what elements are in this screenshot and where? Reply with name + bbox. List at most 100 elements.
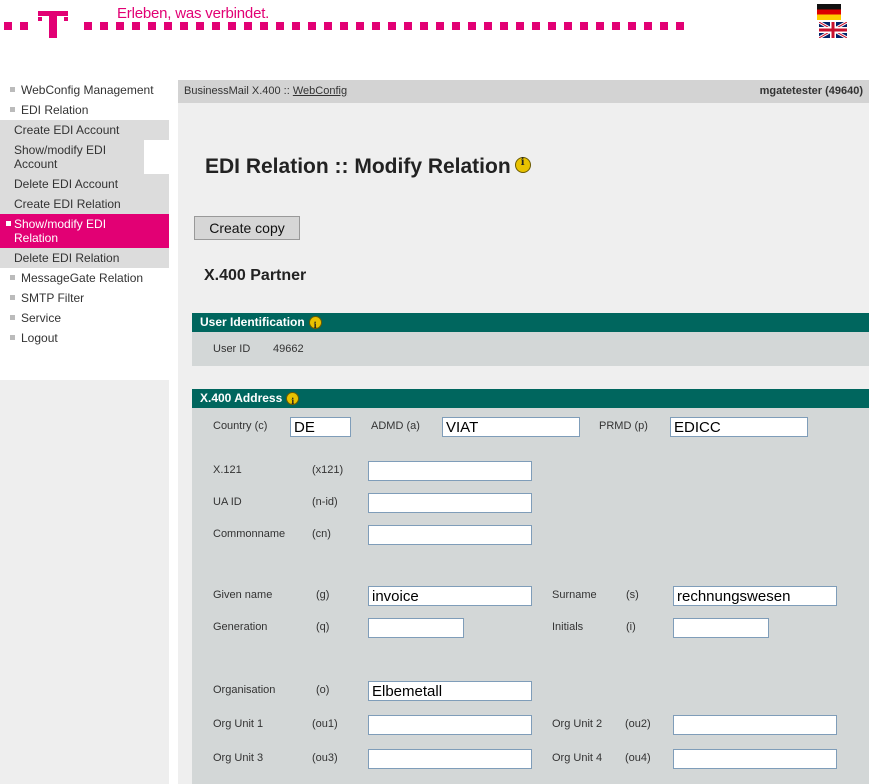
org-unit-4-input[interactable] [673, 749, 837, 769]
breadcrumb-prefix: BusinessMail X.400 :: [184, 85, 293, 97]
generation-code: (q) [316, 621, 330, 633]
brand-dot [484, 22, 492, 30]
x400-address-header: X.400 Address [192, 389, 869, 411]
bullet-icon [10, 335, 15, 341]
initials-input[interactable] [673, 618, 769, 638]
brand-dot [564, 22, 572, 30]
brand-dot [20, 22, 28, 30]
brand-dot [164, 22, 172, 30]
brand-dot [292, 22, 300, 30]
organisation-label: Organisation [213, 684, 276, 696]
sidebar-item-logout[interactable]: Logout [0, 328, 169, 348]
surname-input[interactable] [673, 586, 837, 606]
brand-dot [452, 22, 460, 30]
info-icon[interactable] [286, 392, 300, 411]
breadcrumb-webconfig-link[interactable]: WebConfig [293, 85, 347, 97]
brand-dot [148, 22, 156, 30]
brand-dot [132, 22, 140, 30]
sidebar-item-delete-edi-relation[interactable]: Delete EDI Relation [0, 248, 169, 268]
sidebar-nav: WebConfig Management EDI Relation Create… [0, 80, 169, 784]
user-identification-header: User Identification [192, 313, 869, 335]
commonname-code: (cn) [312, 528, 331, 540]
info-icon[interactable] [308, 316, 322, 335]
given-name-input[interactable] [368, 586, 532, 606]
organisation-input[interactable] [368, 681, 532, 701]
brand-dot [388, 22, 396, 30]
main-content: BusinessMail X.400 :: WebConfig mgatetes… [178, 80, 869, 784]
brand-dot [660, 22, 668, 30]
initials-code: (i) [626, 621, 636, 633]
admd-label: ADMD (a) [371, 420, 420, 432]
brand-dot [212, 22, 220, 30]
commonname-input[interactable] [368, 525, 532, 545]
brand-dot [532, 22, 540, 30]
sidebar-item-create-edi-relation[interactable]: Create EDI Relation [0, 194, 169, 214]
brand-dot [180, 22, 188, 30]
sidebar-item-edi-relation[interactable]: EDI Relation [0, 100, 169, 120]
brand-dot [84, 22, 92, 30]
brand-slogan: Erleben, was verbindet. [117, 5, 270, 22]
country-label: Country (c) [213, 420, 268, 432]
brand-dot [612, 22, 620, 30]
brand-dot [580, 22, 588, 30]
sidebar-item-show-modify-edi-relation[interactable]: Show/modify EDI Relation [0, 214, 169, 248]
generation-label: Generation [213, 621, 268, 633]
generation-input[interactable] [368, 618, 464, 638]
sidebar-item-delete-edi-account[interactable]: Delete EDI Account [0, 174, 169, 194]
telekom-t-logo[interactable] [38, 10, 68, 40]
x121-input[interactable] [368, 461, 532, 481]
sidebar-item-service[interactable]: Service [0, 308, 169, 328]
bullet-icon [10, 107, 15, 113]
user-id-label: User ID [213, 343, 251, 355]
org-unit-3-input[interactable] [368, 749, 532, 769]
page-title: EDI Relation :: Modify Relation [205, 155, 531, 179]
sidebar-item-webconfig-management[interactable]: WebConfig Management [0, 80, 169, 100]
org-unit-4-label: Org Unit 4 [552, 752, 603, 764]
language-switcher [817, 4, 869, 40]
sidebar-item-messagegate-relation[interactable]: MessageGate Relation [0, 268, 169, 288]
prmd-input[interactable] [670, 417, 808, 437]
section-heading: X.400 Partner [204, 267, 307, 284]
org-unit-3-code: (ou3) [312, 752, 338, 764]
ua-id-input[interactable] [368, 493, 532, 513]
user-id-value: 49662 [273, 343, 304, 355]
bullet-icon [6, 221, 11, 227]
country-input[interactable] [290, 417, 351, 437]
info-icon[interactable] [514, 157, 531, 173]
brand-dot [340, 22, 348, 30]
organisation-code: (o) [316, 684, 330, 696]
bullet-icon [10, 87, 15, 93]
brand-dot [420, 22, 428, 30]
brand-dot-line [0, 22, 690, 30]
header: Erleben, was verbindet. [0, 0, 869, 60]
german-flag-icon[interactable] [817, 4, 841, 20]
brand-dot [628, 22, 636, 30]
brand-dot [244, 22, 252, 30]
ua-id-label: UA ID [213, 496, 242, 508]
brand-dot [100, 22, 108, 30]
org-unit-2-code: (ou2) [625, 718, 651, 730]
sidebar-item-show-modify-edi-account[interactable]: Show/modify EDI Account [0, 140, 144, 174]
brand-dot [260, 22, 268, 30]
x121-label: X.121 [213, 464, 242, 476]
org-unit-2-input[interactable] [673, 715, 837, 735]
initials-label: Initials [552, 621, 584, 633]
commonname-label: Commonname [213, 528, 286, 540]
brand-dot [500, 22, 508, 30]
org-unit-1-input[interactable] [368, 715, 532, 735]
x400-address-panel: Country (c) ADMD (a) PRMD (p) X.121 (x12… [192, 408, 869, 784]
sidebar-item-create-edi-account[interactable]: Create EDI Account [0, 120, 169, 140]
brand-dot [436, 22, 444, 30]
brand-dot [324, 22, 332, 30]
admd-input[interactable] [442, 417, 580, 437]
bullet-icon [10, 275, 15, 281]
given-name-label: Given name [213, 589, 273, 601]
sidebar-item-smtp-filter[interactable]: SMTP Filter [0, 288, 169, 308]
surname-code: (s) [626, 589, 639, 601]
brand-dot [196, 22, 204, 30]
create-copy-button[interactable]: Create copy [194, 216, 300, 240]
prmd-label: PRMD (p) [599, 420, 648, 432]
uk-flag-icon[interactable] [819, 22, 847, 38]
ua-id-code: (n-id) [312, 496, 338, 508]
brand-dot [372, 22, 380, 30]
